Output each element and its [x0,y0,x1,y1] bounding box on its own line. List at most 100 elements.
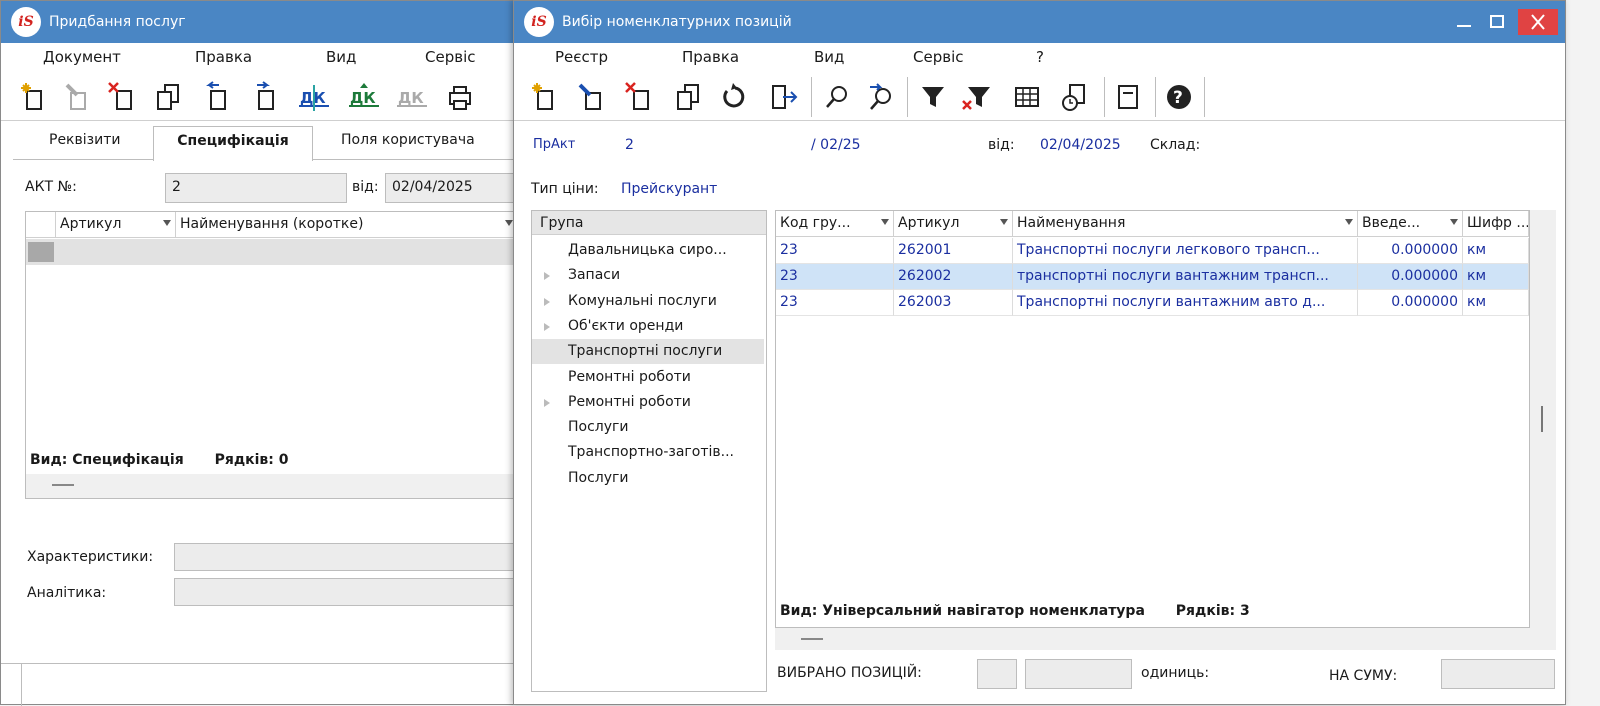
column-header-unit-code[interactable]: Шифр ... [1463,211,1529,237]
debit-credit-disabled-icon[interactable]: ДК [395,79,429,115]
tab-bar: Реквізити Специфікація Поля користувача [13,126,513,161]
menu-registry[interactable]: Реєстр [555,48,608,66]
spec-scrollbar[interactable] [26,474,516,498]
menu-edit[interactable]: Правка [682,48,739,66]
menu-view[interactable]: Вид [326,48,356,66]
expand-arrow-icon[interactable] [544,272,550,281]
export-document-icon[interactable] [249,79,283,115]
table-cell-qty: 0.000000 [1358,264,1463,290]
minimize-button[interactable] [1449,11,1479,33]
copy-document-icon[interactable] [151,79,185,115]
menu-help[interactable]: ? [1036,48,1044,66]
grid-vertical-scrollbar[interactable] [1530,210,1556,628]
column-header-group-code[interactable]: Код гру... [776,211,894,237]
tree-item-label: Ремонтні роботи [568,368,691,385]
form-view-icon[interactable] [1111,79,1145,115]
import-document-icon[interactable] [201,79,235,115]
menu-service[interactable]: Сервіс [913,48,963,66]
total-sum-field[interactable] [1441,659,1555,689]
column-header-name[interactable]: Найменування [1013,211,1358,237]
delete-item-icon[interactable] [622,79,656,115]
menu-view[interactable]: Вид [814,48,844,66]
tree-item[interactable]: Давальницька сиро... [532,238,764,263]
warehouse-label: Склад: [1150,137,1201,153]
copy-item-icon[interactable] [671,79,705,115]
tab-specification[interactable]: Специфікація [153,126,313,161]
scrollbar-thumb[interactable] [1541,406,1543,432]
column-header-article[interactable]: Артикул [56,212,176,238]
tree-item[interactable]: Запаси [532,263,764,288]
doc-date-label: від: [988,137,1015,153]
tree-item[interactable]: Комунальні послуги [532,289,764,314]
maximize-button[interactable] [1482,11,1512,33]
grid-view-label: Вид: Універсальний навігатор номенклатур… [780,603,1145,619]
table-row[interactable]: 23 262002 транспортні послуги вантажним тр… [776,264,1529,290]
tab-user-fields[interactable]: Поля користувача [341,132,475,148]
clear-filter-icon[interactable] [960,79,994,115]
tree-item-label: Ремонтні роботи [568,393,691,410]
column-header-article[interactable]: Артикул [894,211,1013,237]
menu-document[interactable]: Документ [43,48,121,66]
price-type-label: Тип ціни: [531,181,599,197]
window-titlebar[interactable]: iS Придбання послуг [1,1,519,43]
menu-service[interactable]: Сервіс [425,48,475,66]
tree-item[interactable]: Ремонтні роботи [532,390,764,415]
expand-arrow-icon[interactable] [544,322,550,331]
tree-item[interactable]: Ремонтні роботи [532,365,764,390]
refresh-icon[interactable] [717,79,751,115]
tree-item-label: Давальницька сиро... [568,242,727,258]
characteristics-field[interactable] [174,543,519,571]
window-titlebar[interactable]: iS Вибір номенклатурних позицій [514,1,1565,43]
grid-status-bar: Вид: Універсальний навігатор номенклатур… [780,603,1250,619]
column-header-entered[interactable]: Введе... [1358,211,1463,237]
table-cell-group: 23 [776,238,894,264]
help-icon[interactable]: ? [1162,79,1196,115]
table-cell-unit: км [1463,290,1529,316]
selected-positions-field[interactable] [977,659,1017,689]
tree-item[interactable]: Транспортні послуги [532,339,764,365]
print-icon[interactable] [443,79,477,115]
units-label: одиниць: [1141,665,1210,681]
history-icon[interactable] [1058,79,1092,115]
date-field[interactable]: 02/04/2025 [385,173,515,203]
tree-item[interactable]: Послуги [532,415,764,440]
empty-row[interactable] [26,239,516,265]
app-logo-icon: iS [524,7,554,37]
filter-icon[interactable] [916,79,950,115]
menu-bar: Документ Правка Вид Сервіс [1,43,519,71]
table-icon[interactable] [1010,79,1044,115]
exit-icon[interactable] [767,79,801,115]
nomenclature-grid: Код гру... Артикул Найменування Введе...… [775,210,1543,628]
search-icon[interactable] [820,79,854,115]
edit-item-icon[interactable] [576,79,610,115]
edit-document-icon[interactable] [61,79,95,115]
purchase-services-window: iS Придбання послуг Документ Правка Вид … [0,0,521,706]
grid-horizontal-scrollbar[interactable] [775,628,1556,650]
tree-item-label: Транспортні послуги [568,343,723,360]
act-number-field[interactable]: 2 [165,173,347,203]
scrollbar-thumb[interactable] [52,484,74,486]
tab-requisites[interactable]: Реквізити [49,132,120,148]
tree-item[interactable]: Об'єкти оренди [532,314,764,339]
analytics-field[interactable] [174,578,519,606]
tree-item[interactable]: Транспортно-заготів... [532,440,764,465]
debit-credit-icon[interactable]: ДК [297,79,331,115]
table-cell-group: 23 [776,264,894,290]
row-indicator [28,242,54,262]
selected-quantity-field[interactable] [1025,659,1132,689]
close-button[interactable] [1518,9,1558,35]
column-header-short-name[interactable]: Найменування (коротке) [176,212,518,238]
debit-credit-up-icon[interactable]: ДК [347,79,381,115]
bottom-left-strip [21,664,22,706]
delete-document-icon[interactable] [105,79,139,115]
tree-item[interactable]: Послуги [532,466,764,491]
new-document-icon[interactable] [17,79,51,115]
table-row[interactable]: 23 262003 Транспортні послуги вантажним ав… [776,290,1529,316]
new-item-icon[interactable] [528,79,562,115]
scrollbar-thumb[interactable] [801,638,823,640]
menu-edit[interactable]: Правка [195,48,252,66]
table-row[interactable]: 23 262001 Транспортні послуги легкового тр… [776,238,1529,264]
expand-arrow-icon[interactable] [544,398,550,407]
search-next-icon[interactable] [864,79,898,115]
expand-arrow-icon[interactable] [544,297,550,306]
